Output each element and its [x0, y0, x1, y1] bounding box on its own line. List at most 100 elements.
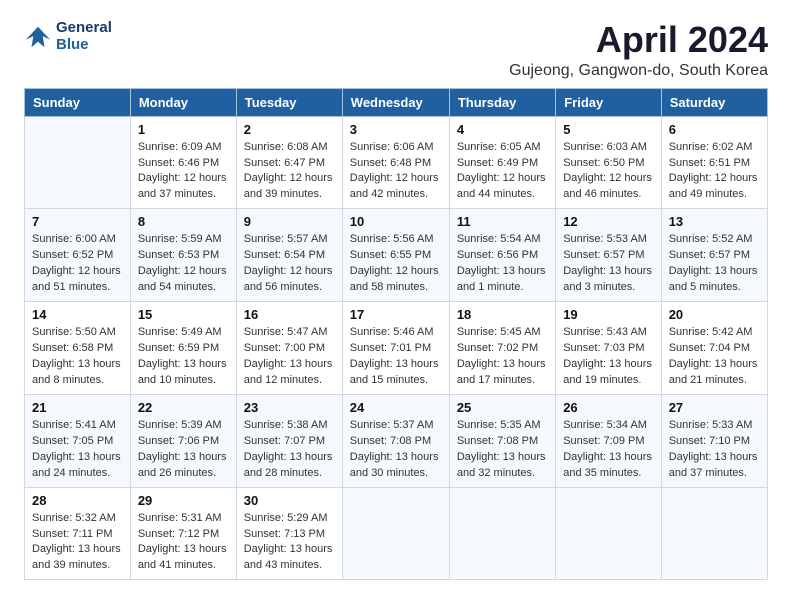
- calendar-table: SundayMondayTuesdayWednesdayThursdayFrid…: [24, 88, 768, 581]
- day-info: Sunrise: 6:09 AM Sunset: 6:46 PM Dayligh…: [138, 140, 229, 204]
- day-number: 27: [669, 400, 760, 415]
- calendar-cell: 17Sunrise: 5:46 AM Sunset: 7:01 PM Dayli…: [342, 302, 449, 395]
- calendar-cell: 12 Sunrise: 5:53 AM Sunset: 6:57 PM Dayli…: [556, 209, 662, 302]
- day-info: Sunrise: 5:47 AM Sunset: 7:00 PM Dayligh…: [244, 325, 335, 389]
- day-info: Sunrise: 5:46 AM Sunset: 7:01 PM Dayligh…: [350, 325, 442, 389]
- location: Gujeong, Gangwon-do, South Korea: [509, 62, 768, 80]
- calendar-cell: [449, 487, 555, 580]
- day-info: Sunrise: 5:39 AM Sunset: 7:06 PM Dayligh…: [138, 418, 229, 482]
- calendar-cell: 8Sunrise: 5:59 AM Sunset: 6:53 PM Daylig…: [130, 209, 236, 302]
- day-info: Sunrise: 5:38 AM Sunset: 7:07 PM Dayligh…: [244, 418, 335, 482]
- calendar-cell: 27 Sunrise: 5:33 AM Sunset: 7:10 PM Dayli…: [661, 394, 767, 487]
- weekday-header-saturday: Saturday: [661, 88, 767, 116]
- calendar-cell: 18 Sunrise: 5:45 AM Sunset: 7:02 PM Dayli…: [449, 302, 555, 395]
- weekday-header-sunday: Sunday: [25, 88, 131, 116]
- day-number: 25: [457, 400, 548, 415]
- day-info: Sunrise: 6:02 AM Sunset: 6:51 PM Dayligh…: [669, 140, 760, 204]
- calendar-cell: 13Sunrise: 5:52 AM Sunset: 6:57 PM Dayli…: [661, 209, 767, 302]
- calendar-cell: 11 Sunrise: 5:54 AM Sunset: 6:56 PM Dayli…: [449, 209, 555, 302]
- calendar-cell: 14 Sunrise: 5:50 AM Sunset: 6:58 PM Dayli…: [25, 302, 131, 395]
- day-number: 9: [244, 214, 335, 229]
- day-number: 19: [563, 307, 654, 322]
- calendar-cell: 29 Sunrise: 5:31 AM Sunset: 7:12 PM Dayli…: [130, 487, 236, 580]
- logo-text: General Blue: [56, 20, 112, 53]
- day-number: 28: [32, 493, 123, 508]
- day-number: 13: [669, 214, 760, 229]
- day-info: Sunrise: 5:53 AM Sunset: 6:57 PM Dayligh…: [563, 232, 654, 296]
- calendar-cell: 6 Sunrise: 6:02 AM Sunset: 6:51 PM Daylig…: [661, 116, 767, 209]
- day-number: 20: [669, 307, 760, 322]
- week-row-5: 28 Sunrise: 5:32 AM Sunset: 7:11 PM Dayli…: [25, 487, 768, 580]
- day-number: 21: [32, 400, 123, 415]
- day-info: Sunrise: 5:43 AM Sunset: 7:03 PM Dayligh…: [563, 325, 654, 389]
- day-info: Sunrise: 5:50 AM Sunset: 6:58 PM Dayligh…: [32, 325, 123, 389]
- day-number: 15: [138, 307, 229, 322]
- calendar-cell: 15 Sunrise: 5:49 AM Sunset: 6:59 PM Dayli…: [130, 302, 236, 395]
- day-number: 29: [138, 493, 229, 508]
- calendar-cell: 5Sunrise: 6:03 AM Sunset: 6:50 PM Daylig…: [556, 116, 662, 209]
- day-info: Sunrise: 5:49 AM Sunset: 6:59 PM Dayligh…: [138, 325, 229, 389]
- day-number: 12: [563, 214, 654, 229]
- calendar-cell: 26 Sunrise: 5:34 AM Sunset: 7:09 PM Dayli…: [556, 394, 662, 487]
- calendar-cell: 25 Sunrise: 5:35 AM Sunset: 7:08 PM Dayli…: [449, 394, 555, 487]
- calendar-cell: 28 Sunrise: 5:32 AM Sunset: 7:11 PM Dayli…: [25, 487, 131, 580]
- calendar-cell: [661, 487, 767, 580]
- month-title: April 2024: [509, 20, 768, 60]
- calendar-cell: 9 Sunrise: 5:57 AM Sunset: 6:54 PM Daylig…: [236, 209, 342, 302]
- calendar-cell: 19 Sunrise: 5:43 AM Sunset: 7:03 PM Dayli…: [556, 302, 662, 395]
- day-number: 6: [669, 122, 760, 137]
- calendar-cell: 22Sunrise: 5:39 AM Sunset: 7:06 PM Dayli…: [130, 394, 236, 487]
- day-info: Sunrise: 5:54 AM Sunset: 6:56 PM Dayligh…: [457, 232, 548, 296]
- day-info: Sunrise: 5:45 AM Sunset: 7:02 PM Dayligh…: [457, 325, 548, 389]
- day-info: Sunrise: 6:06 AM Sunset: 6:48 PM Dayligh…: [350, 140, 442, 204]
- day-info: Sunrise: 5:42 AM Sunset: 7:04 PM Dayligh…: [669, 325, 760, 389]
- day-number: 16: [244, 307, 335, 322]
- day-number: 7: [32, 214, 123, 229]
- calendar-cell: 24Sunrise: 5:37 AM Sunset: 7:08 PM Dayli…: [342, 394, 449, 487]
- calendar-cell: 10 Sunrise: 5:56 AM Sunset: 6:55 PM Dayli…: [342, 209, 449, 302]
- day-info: Sunrise: 6:08 AM Sunset: 6:47 PM Dayligh…: [244, 140, 335, 204]
- day-info: Sunrise: 6:03 AM Sunset: 6:50 PM Dayligh…: [563, 140, 654, 204]
- logo-icon: [24, 23, 52, 51]
- calendar-cell: 2 Sunrise: 6:08 AM Sunset: 6:47 PM Daylig…: [236, 116, 342, 209]
- calendar-cell: [25, 116, 131, 209]
- day-info: Sunrise: 5:56 AM Sunset: 6:55 PM Dayligh…: [350, 232, 442, 296]
- calendar-cell: 23 Sunrise: 5:38 AM Sunset: 7:07 PM Dayli…: [236, 394, 342, 487]
- day-number: 14: [32, 307, 123, 322]
- weekday-header-wednesday: Wednesday: [342, 88, 449, 116]
- weekday-header-thursday: Thursday: [449, 88, 555, 116]
- day-number: 23: [244, 400, 335, 415]
- weekday-header-row: SundayMondayTuesdayWednesdayThursdayFrid…: [25, 88, 768, 116]
- weekday-header-tuesday: Tuesday: [236, 88, 342, 116]
- calendar-cell: 3 Sunrise: 6:06 AM Sunset: 6:48 PM Daylig…: [342, 116, 449, 209]
- day-info: Sunrise: 5:34 AM Sunset: 7:09 PM Dayligh…: [563, 418, 654, 482]
- day-info: Sunrise: 6:05 AM Sunset: 6:49 PM Dayligh…: [457, 140, 548, 204]
- week-row-3: 14 Sunrise: 5:50 AM Sunset: 6:58 PM Dayli…: [25, 302, 768, 395]
- day-info: Sunrise: 5:32 AM Sunset: 7:11 PM Dayligh…: [32, 511, 123, 575]
- day-number: 2: [244, 122, 335, 137]
- day-number: 30: [244, 493, 335, 508]
- title-block: April 2024 Gujeong, Gangwon-do, South Ko…: [509, 20, 768, 80]
- week-row-1: 1 Sunrise: 6:09 AM Sunset: 6:46 PM Daylig…: [25, 116, 768, 209]
- day-info: Sunrise: 5:33 AM Sunset: 7:10 PM Dayligh…: [669, 418, 760, 482]
- calendar-cell: 16 Sunrise: 5:47 AM Sunset: 7:00 PM Dayli…: [236, 302, 342, 395]
- day-info: Sunrise: 5:37 AM Sunset: 7:08 PM Dayligh…: [350, 418, 442, 482]
- calendar-cell: 1 Sunrise: 6:09 AM Sunset: 6:46 PM Daylig…: [130, 116, 236, 209]
- day-info: Sunrise: 6:00 AM Sunset: 6:52 PM Dayligh…: [32, 232, 123, 296]
- calendar-cell: [342, 487, 449, 580]
- day-number: 18: [457, 307, 548, 322]
- day-info: Sunrise: 5:31 AM Sunset: 7:12 PM Dayligh…: [138, 511, 229, 575]
- calendar-cell: 30 Sunrise: 5:29 AM Sunset: 7:13 PM Dayli…: [236, 487, 342, 580]
- day-info: Sunrise: 5:57 AM Sunset: 6:54 PM Dayligh…: [244, 232, 335, 296]
- day-number: 11: [457, 214, 548, 229]
- day-number: 26: [563, 400, 654, 415]
- day-number: 4: [457, 122, 548, 137]
- day-info: Sunrise: 5:35 AM Sunset: 7:08 PM Dayligh…: [457, 418, 548, 482]
- calendar-cell: [556, 487, 662, 580]
- logo: General Blue: [24, 20, 112, 53]
- day-number: 10: [350, 214, 442, 229]
- weekday-header-monday: Monday: [130, 88, 236, 116]
- day-number: 3: [350, 122, 442, 137]
- day-number: 1: [138, 122, 229, 137]
- day-info: Sunrise: 5:29 AM Sunset: 7:13 PM Dayligh…: [244, 511, 335, 575]
